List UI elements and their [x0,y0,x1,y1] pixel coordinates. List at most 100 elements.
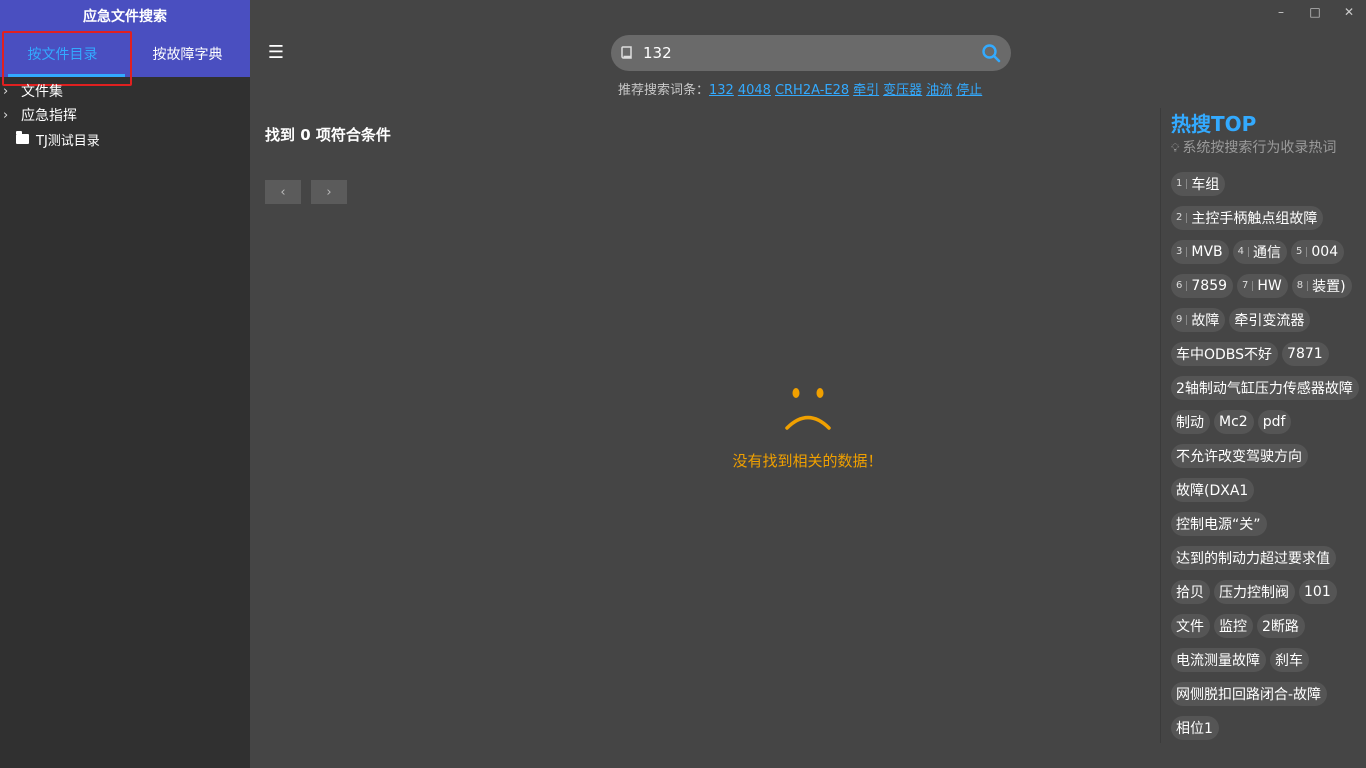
next-page-button[interactable]: › [311,180,347,204]
hot-term: 7859 [1191,278,1228,294]
sidebar: 应急文件搜索 按文件目录 按故障字典 › 文件集 › 应急指挥 TJ测试目录 [0,0,250,768]
minimize-button[interactable]: – [1264,2,1298,22]
hot-search-chip[interactable]: 4 通信 [1232,240,1288,264]
hot-term: 网侧脱扣回路闭合-故障 [1176,687,1322,703]
hot-term: 101 [1304,584,1331,600]
hot-term: 电流测量故障 [1176,653,1260,669]
hot-term: MVB [1191,244,1223,260]
hot-search-chip[interactable]: 达到的制动力超过要求值 [1171,546,1336,570]
hot-search-chip[interactable]: 8 装置) [1291,274,1352,298]
hot-search-chip[interactable]: 文件 [1171,614,1210,638]
hot-search-chip[interactable]: 相位1 [1171,716,1219,740]
hot-term: HW [1257,278,1282,294]
hot-search-chip[interactable]: 101 [1299,580,1337,604]
hot-term: 故障 [1191,313,1220,329]
hot-search-chip[interactable]: 监控 [1214,614,1253,638]
tree-item-label: 应急指挥 [21,108,77,124]
sad-face-icon [781,384,835,434]
hot-rank: 5 [1296,247,1308,257]
hot-search-chip[interactable]: 1 车组 [1171,172,1226,196]
suggestion-link[interactable]: 4048 [738,83,771,98]
hot-search-chip[interactable]: 控制电源“关” [1171,512,1267,536]
hot-search-chip[interactable]: 压力控制阀 [1214,580,1295,604]
hot-term: 不允许改变驾驶方向 [1176,449,1302,465]
chevron-right-icon: › [3,107,9,123]
hot-search-chip[interactable]: 5 004 [1291,240,1345,264]
hot-rank: 4 [1238,247,1250,257]
active-tab-indicator [8,74,125,77]
suggested-terms: 推荐搜索词条：132 4048 CRH2A-E28 牵引 变压器 油流 停止 [618,79,986,98]
hot-term: pdf [1262,414,1286,430]
hot-search-chip[interactable]: Mc2 [1214,410,1254,434]
hot-search-chip[interactable]: pdf [1257,410,1292,434]
hot-term: 达到的制动力超过要求值 [1176,551,1330,567]
hot-search-chip[interactable]: 网侧脱扣回路闭合-故障 [1171,682,1328,706]
tree-item-emergency-command[interactable]: › 应急指挥 [0,103,250,127]
hot-term: 通信 [1253,245,1282,261]
suggestion-link[interactable]: CRH2A-E28 [775,83,849,98]
hot-search-subtitle-text: 系统按搜索行为收录热词 [1182,140,1337,156]
hot-term: 7871 [1287,346,1323,362]
hot-rank: 2 [1176,213,1188,223]
hot-term: 车组 [1191,177,1220,193]
search-bar [611,35,1011,71]
hot-search-list: 1 车组 2 主控手柄触点组故障 3 MVB 4 通信 5 004 6 7859 7 HW 8 装置) 9 故障牵… [1171,172,1366,745]
divider [1160,108,1161,743]
tree-item-file-set[interactable]: › 文件集 [0,79,250,103]
hot-rank: 1 [1176,179,1188,189]
hot-term: 车中ODBS不好 [1176,347,1273,363]
hot-search-subtitle: 💡︎ 系统按搜索行为收录热词 [1171,137,1336,157]
hot-rank: 7 [1242,281,1254,291]
hot-search-chip[interactable]: 6 7859 [1171,274,1234,298]
hot-term: 制动 [1176,415,1204,431]
hot-search-chip[interactable]: 9 故障 [1171,308,1226,332]
hot-search-chip[interactable]: 故障(DXA1 [1171,478,1255,502]
hot-search-chip[interactable]: 电流测量故障 [1171,648,1266,672]
suggestion-link[interactable]: 停止 [956,83,982,98]
close-button[interactable]: ✕ [1332,2,1366,22]
hot-term: 控制电源“关” [1176,517,1261,533]
hot-term: 压力控制阀 [1219,585,1289,601]
hot-search-chip[interactable]: 7871 [1282,342,1329,366]
chevron-right-icon: › [3,83,9,99]
tab-by-directory-label: 按文件目录 [27,46,98,63]
hot-rank: 9 [1176,315,1188,325]
tab-by-directory[interactable]: 按文件目录 [0,30,125,77]
suggestion-link[interactable]: 油流 [926,83,952,98]
tab-by-fault-dictionary[interactable]: 按故障字典 [125,30,250,77]
hot-search-chip[interactable]: 2断路 [1257,614,1305,638]
hamburger-menu-icon[interactable]: ☰ [266,42,286,64]
hot-term: 刹车 [1275,653,1303,669]
tree-item-tj-test-dir[interactable]: TJ测试目录 [0,127,250,151]
search-input[interactable] [643,42,973,64]
suggestion-link[interactable]: 牵引 [853,83,879,98]
app-title: 应急文件搜索 [83,9,167,25]
hot-term: 装置) [1312,279,1346,295]
tree-item-label: 文件集 [21,84,63,100]
hot-term: 2轴制动气缸压力传感器故障 [1176,381,1353,397]
hot-term: 相位1 [1176,721,1213,737]
hot-search-chip[interactable]: 牵引变流器 [1229,308,1311,332]
hot-search-chip[interactable]: 不允许改变驾驶方向 [1171,444,1308,468]
hot-search-title: 热搜TOP [1171,112,1257,136]
hot-search-chip[interactable]: 制动 [1171,410,1210,434]
lightbulb-icon: 💡︎ [1171,141,1180,155]
window-controls: – □ ✕ [1264,2,1366,22]
search-icon[interactable] [981,43,1001,63]
hot-search-chip[interactable]: 2轴制动气缸压力传感器故障 [1171,376,1359,400]
hot-search-chip[interactable]: 2 主控手柄触点组故障 [1171,206,1324,230]
hot-search-chip[interactable]: 7 HW [1237,274,1288,298]
tab-by-fault-dictionary-label: 按故障字典 [152,46,223,63]
hot-search-chip[interactable]: 3 MVB [1171,240,1229,264]
maximize-button[interactable]: □ [1298,2,1332,22]
suggestion-link[interactable]: 132 [709,83,734,98]
hot-search-chip[interactable]: 拾贝 [1171,580,1210,604]
hot-search-chip[interactable]: 车中ODBS不好 [1171,342,1279,366]
hot-rank: 3 [1176,247,1188,257]
suggestion-link[interactable]: 变压器 [883,83,922,98]
hot-rank: 8 [1297,281,1309,291]
prev-page-button[interactable]: ‹ [265,180,301,204]
hot-search-chip[interactable]: 刹车 [1270,648,1309,672]
hot-term: 拾贝 [1176,585,1204,601]
suggested-terms-label: 推荐搜索词条： [618,83,710,98]
